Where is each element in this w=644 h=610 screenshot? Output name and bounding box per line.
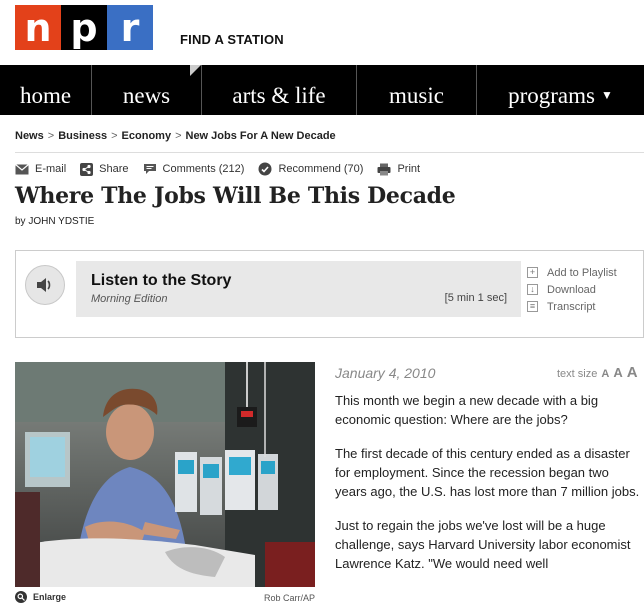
nurse-photo-illustration: [15, 362, 315, 587]
envelope-icon: [15, 163, 29, 174]
recommend-button[interactable]: Recommend (70): [258, 162, 363, 176]
recommend-icon: [258, 162, 272, 176]
transcript-icon: ≡: [527, 301, 538, 312]
photo-credit: Rob Carr/AP: [263, 593, 315, 603]
nav-home[interactable]: home: [0, 65, 92, 115]
nav-arts-life[interactable]: arts & life: [202, 65, 357, 115]
add-to-playlist-label: Add to Playlist: [547, 266, 617, 279]
text-size-large[interactable]: A: [627, 364, 638, 381]
article-paragraph: The first decade of this century ended a…: [335, 446, 640, 499]
find-a-station-link[interactable]: FIND A STATION: [180, 32, 284, 47]
download-icon: ↓: [527, 284, 538, 295]
nav-news-label: news: [122, 83, 171, 108]
article-paragraph: This month we begin a new decade with a …: [335, 393, 599, 427]
listen-title: Listen to the Story: [91, 272, 232, 289]
breadcrumb-current[interactable]: New Jobs For A New Decade: [186, 130, 336, 142]
email-button[interactable]: E-mail: [15, 163, 66, 175]
article-body: This month we begin a new decade with a …: [335, 391, 640, 588]
enlarge-link[interactable]: Enlarge: [15, 591, 66, 603]
plus-icon: +: [527, 267, 538, 278]
nav-programs-label: programs: [508, 83, 595, 108]
comments-button[interactable]: Comments (212): [143, 163, 245, 175]
article-paragraph: Just to regain the jobs we've lost will …: [335, 518, 631, 571]
breadcrumb-news[interactable]: News: [15, 130, 44, 142]
print-label: Print: [397, 163, 421, 175]
transcript-link[interactable]: ≡ Transcript: [527, 298, 617, 315]
divider: [15, 152, 644, 153]
download-label: Download: [547, 283, 596, 296]
recommend-label: Recommend (70): [278, 163, 364, 175]
site-header: n p r FIND A STATION: [0, 0, 644, 64]
transcript-label: Transcript: [547, 300, 596, 313]
download-link[interactable]: ↓ Download: [527, 281, 617, 298]
nav-music[interactable]: music: [357, 65, 477, 115]
comments-label: Comments (212): [162, 163, 245, 175]
dropdown-arrow-icon: ▼: [600, 88, 613, 102]
article-headline: Where The Jobs Will Be This Decade: [15, 183, 456, 209]
article-date: January 4, 2010: [335, 365, 436, 381]
nav-corner-fold: [190, 65, 201, 76]
add-to-playlist-link[interactable]: + Add to Playlist: [527, 264, 617, 281]
nav-music-label: music: [389, 83, 444, 108]
audio-player: Listen to the Story Morning Edition [5 m…: [15, 250, 644, 338]
nav-programs[interactable]: programs ▼: [477, 65, 644, 115]
text-size-medium[interactable]: A: [613, 365, 622, 380]
text-size-control: text size A A A: [557, 364, 638, 381]
text-size-small[interactable]: A: [601, 368, 609, 380]
email-label: E-mail: [35, 163, 67, 175]
article-byline[interactable]: by JOHN YDSTIE: [15, 216, 94, 227]
npr-logo[interactable]: n p r: [15, 5, 153, 50]
audio-duration: [5 min 1 sec]: [444, 292, 507, 304]
print-button[interactable]: Print: [377, 163, 420, 176]
program-name: Morning Edition: [91, 293, 168, 305]
breadcrumb: News > Business > Economy > New Jobs For A New…: [15, 130, 336, 142]
text-size-label: text size: [557, 368, 598, 380]
main-nav: home news arts & life music programs ▼: [0, 65, 644, 115]
nav-arts-life-label: arts & life: [232, 83, 326, 108]
logo-letter-p: p: [61, 5, 107, 50]
printer-icon: [377, 163, 391, 175]
listen-panel[interactable]: Listen to the Story Morning Edition [5 m…: [76, 261, 521, 317]
nav-news[interactable]: news: [92, 65, 202, 115]
article-tools: E-mail Share Comments (212) Recommend (7…: [15, 162, 434, 176]
nav-home-label: home: [19, 83, 72, 108]
audio-actions: + Add to Playlist ↓ Download ≡ Transcript: [527, 264, 617, 315]
share-button[interactable]: Share: [80, 162, 129, 176]
share-label: Share: [99, 163, 129, 175]
enlarge-label: Enlarge: [33, 592, 67, 602]
logo-letter-r: r: [107, 5, 153, 50]
play-audio-button[interactable]: [25, 265, 65, 305]
speaker-icon: [37, 278, 51, 292]
breadcrumb-economy[interactable]: Economy: [122, 130, 172, 142]
breadcrumb-business[interactable]: Business: [58, 130, 107, 142]
logo-letter-n: n: [15, 5, 61, 50]
comment-icon: [143, 164, 156, 174]
article-photo[interactable]: [15, 362, 315, 587]
magnify-icon: [15, 591, 27, 603]
share-icon: [80, 162, 94, 176]
